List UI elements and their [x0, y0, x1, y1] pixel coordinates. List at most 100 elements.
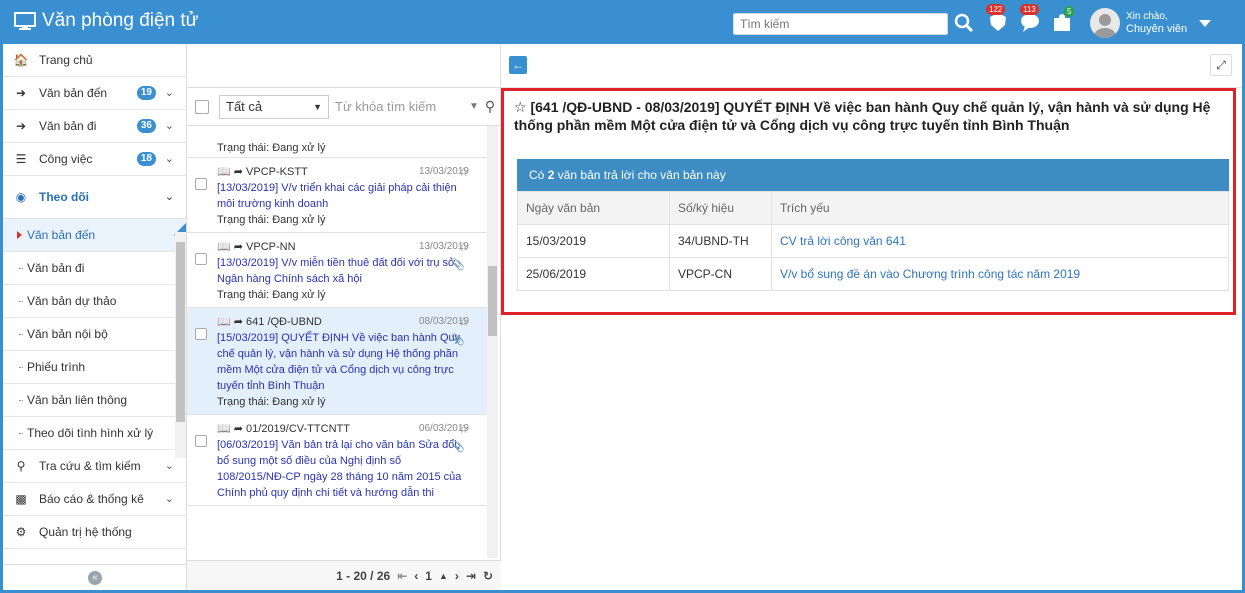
search-icon: ⚲: [16, 459, 26, 473]
star-icon[interactable]: ☆: [458, 164, 469, 180]
document-list-panel: Tất cả ▼ Từ khóa tìm kiếm ▼ ⚲ Trạng thái…: [187, 44, 501, 590]
document-list: Trạng thái: Đang xử lý 📖 ➦ VPCP-KSTT 13/…: [187, 126, 487, 558]
user-icon: [1094, 14, 1116, 38]
filter-bar: Tất cả ▼ Từ khóa tìm kiếm ▼ ⚲: [187, 88, 501, 126]
refresh-icon[interactable]: ↻: [483, 569, 493, 583]
sidebar-scrollbar[interactable]: [175, 232, 186, 458]
sidebar-item-label: Tra cứu & tìm kiếm: [39, 459, 141, 473]
sidebar-collapse-button[interactable]: «: [3, 564, 187, 590]
list-toolbar: [187, 44, 500, 88]
search-button[interactable]: [953, 12, 977, 36]
column-header: Số/ký hiệu: [669, 191, 772, 225]
row-checkbox[interactable]: [195, 253, 207, 265]
search-input[interactable]: [734, 14, 924, 34]
gears-icon: ⚙: [15, 525, 27, 539]
top-header: Văn phòng điện tử 122 113 5: [0, 0, 1245, 44]
chevron-down-icon: [1199, 19, 1212, 27]
doc-code-text: VPCP-KSTT: [246, 166, 308, 178]
star-icon[interactable]: ☆: [458, 239, 469, 255]
sidebar: 🏠 Trang chủ ➜ Văn bản đến 19 ⌄ ➔ Văn bản…: [3, 44, 187, 590]
list-item[interactable]: 📖 ➦ 641 /QĐ-UBND 08/03/2019 ☆ 📎 [15/03/2…: [187, 308, 487, 415]
keyword-input[interactable]: Từ khóa tìm kiếm: [335, 95, 465, 119]
sidebar-item-reports[interactable]: ▩ Báo cáo & thống kê ⌄: [3, 483, 186, 516]
cell-date: 15/03/2019: [517, 224, 670, 258]
last-page-icon[interactable]: ⇥: [466, 569, 476, 583]
row-checkbox[interactable]: [195, 328, 207, 340]
caret-up-icon[interactable]: ▲: [439, 571, 448, 581]
doc-header: 📖 ➦ 01/2019/CV-TTCNTT 06/03/2019: [217, 421, 469, 437]
caret-right-icon: [17, 231, 22, 239]
search-icon: [954, 13, 974, 33]
table-row[interactable]: 25/06/2019 VPCP-CN V/v bổ sung đề án vào…: [517, 257, 1229, 291]
prev-page-icon[interactable]: ‹: [414, 569, 418, 583]
doc-title: [15/03/2019] QUYẾT ĐỊNH Về việc ban hành…: [217, 332, 461, 392]
sidebar-item-tasks[interactable]: ☰ Công việc 18 ⌄: [3, 143, 186, 176]
reply-suffix: văn bản trả lời cho văn bản này: [557, 168, 726, 182]
doc-header: 📖 ➦ VPCP-NN 13/03/2019: [217, 239, 469, 255]
attachment-icon: 📎: [451, 334, 465, 346]
doc-code: 📖 ➦ VPCP-NN: [217, 241, 296, 253]
star-icon[interactable]: ☆: [514, 99, 527, 115]
sidebar-item-tracking[interactable]: ◉ Theo dõi ⌄: [3, 176, 186, 219]
list-scrollbar[interactable]: [487, 126, 498, 558]
list-item[interactable]: Trạng thái: Đang xử lý: [187, 126, 487, 158]
notification-button[interactable]: 122: [986, 4, 1012, 36]
cell-summary-link[interactable]: V/v bổ sung đề án vào Chương trình công …: [771, 257, 1229, 291]
sidebar-item-home[interactable]: 🏠 Trang chủ: [3, 44, 186, 77]
sidebar-subitem-draft[interactable]: Văn bản dự thảo: [3, 285, 186, 318]
doc-status: Trạng thái: Đang xử lý: [217, 396, 326, 408]
doc-header: 📖 ➦ 641 /QĐ-UBND 08/03/2019: [217, 314, 469, 330]
select-all-checkbox[interactable]: [195, 99, 209, 114]
sidebar-subitem-outgoing[interactable]: Văn bản đi: [3, 252, 186, 285]
chevron-down-icon: ⌄: [164, 191, 174, 203]
reply-table: Ngày văn bản Số/ký hiệu Trích yếu 15/03/…: [517, 191, 1229, 291]
first-page-icon[interactable]: ⇤: [397, 569, 407, 583]
sidebar-subitem-label: Văn bản đi: [27, 261, 85, 275]
cell-number: VPCP-CN: [669, 257, 772, 291]
sidebar-subitem-submission[interactable]: Phiếu trình: [3, 351, 186, 384]
scrollbar-thumb[interactable]: [176, 242, 185, 422]
sidebar-item-admin[interactable]: ⚙ Quản trị hệ thống: [3, 516, 186, 549]
sidebar-subitem-incoming[interactable]: Văn bản đến: [3, 219, 186, 252]
home-icon: 🏠: [13, 53, 29, 67]
search-icon[interactable]: ⚲: [485, 98, 495, 115]
row-checkbox[interactable]: [195, 435, 207, 447]
greeting-text: Xin chào,: [1126, 11, 1168, 22]
sidebar-subitem-progress[interactable]: Theo dõi tình hình xử lý: [3, 417, 186, 450]
chevron-down-icon: ⌄: [164, 493, 174, 505]
reply-documents-section: ☆ [641 /QĐ-UBND - 08/03/2019] QUYẾT ĐỊNH…: [501, 88, 1236, 315]
next-page-icon[interactable]: ›: [455, 569, 459, 583]
cell-summary-link[interactable]: CV trả lời công văn 641: [771, 224, 1229, 258]
sidebar-item-label: Công việc: [39, 152, 93, 166]
detail-panel: ← ⤢ ☆ [641 /QĐ-UBND - 08/03/2019] QUYẾT …: [501, 44, 1242, 590]
list-item[interactable]: 📖 ➦ VPCP-KSTT 13/03/2019 ☆ [13/03/2019] …: [187, 158, 487, 233]
sidebar-item-lookup[interactable]: ⚲ Tra cứu & tìm kiếm ⌄: [3, 450, 186, 483]
doc-title: [06/03/2019] Văn bản trả lại cho văn bản…: [217, 439, 462, 499]
tasks-button[interactable]: 5: [1050, 6, 1076, 36]
star-icon[interactable]: ☆: [458, 314, 469, 330]
sidebar-subitem-internal[interactable]: Văn bản nội bộ: [3, 318, 186, 351]
keyword-placeholder: Từ khóa tìm kiếm: [335, 99, 437, 114]
sidebar-subitem-interconnected[interactable]: Văn bản liên thông: [3, 384, 186, 417]
list-item[interactable]: 📖 ➦ 01/2019/CV-TTCNTT 06/03/2019 ☆ 📎 [06…: [187, 415, 487, 506]
messages-badge: 113: [1020, 4, 1039, 15]
column-header: Trích yếu: [771, 191, 1229, 225]
app-logo[interactable]: Văn phòng điện tử: [14, 10, 198, 32]
back-button[interactable]: ←: [509, 56, 527, 74]
filter-select[interactable]: Tất cả ▼: [219, 94, 329, 119]
attachment-icon: 📎: [451, 441, 465, 453]
scrollbar-thumb[interactable]: [488, 266, 497, 336]
list-item[interactable]: 📖 ➦ VPCP-NN 13/03/2019 ☆ 📎 [13/03/2019] …: [187, 233, 487, 308]
user-menu[interactable]: Xin chào, Chuyên viên: [1090, 8, 1212, 38]
star-icon[interactable]: ☆: [458, 421, 469, 437]
table-row[interactable]: 15/03/2019 34/UBND-TH CV trả lời công vă…: [517, 224, 1229, 258]
incoming-icon: ➜: [15, 86, 27, 100]
messages-button[interactable]: 113: [1018, 4, 1044, 36]
sidebar-item-outgoing[interactable]: ➔ Văn bản đi 36 ⌄: [3, 110, 186, 143]
filter-icon[interactable]: ▼: [469, 101, 479, 112]
expand-button[interactable]: ⤢: [1210, 54, 1232, 76]
page-number[interactable]: 1: [425, 569, 432, 583]
sidebar-item-incoming[interactable]: ➜ Văn bản đến 19 ⌄: [3, 77, 186, 110]
eye-icon: ◉: [15, 190, 27, 204]
row-checkbox[interactable]: [195, 178, 207, 190]
